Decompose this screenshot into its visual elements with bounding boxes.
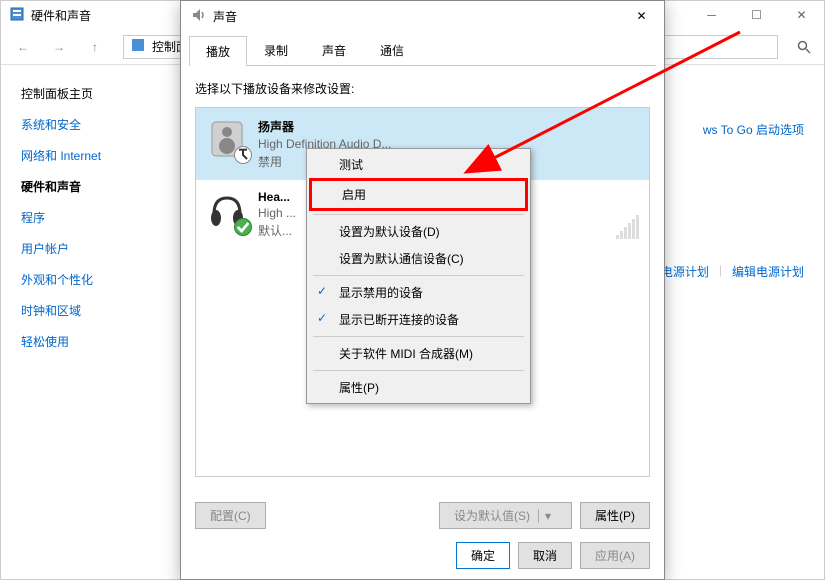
sound-icon (191, 7, 207, 26)
default-check-icon (234, 218, 252, 236)
device-status: 默认... (258, 222, 296, 239)
bg-sidebar: 控制面板主页 系统和安全 网络和 Internet 硬件和声音 程序 用户帐户 … (21, 85, 171, 579)
sidebar-item[interactable]: 轻松使用 (21, 333, 171, 350)
sidebar-item-active[interactable]: 硬件和声音 (21, 178, 171, 195)
dialog-tabs: 播放 录制 声音 通信 (189, 35, 656, 66)
up-button[interactable]: ↑ (81, 33, 109, 61)
set-default-button[interactable]: 设为默认值(S) ▾ (439, 502, 572, 529)
level-meter (616, 190, 639, 239)
tab-sounds[interactable]: 声音 (305, 35, 363, 65)
sidebar-item[interactable]: 时钟和区域 (21, 302, 171, 319)
menu-separator (313, 336, 524, 337)
sidebar-item[interactable]: 外观和个性化 (21, 271, 171, 288)
check-icon: ✓ (317, 284, 327, 298)
sidebar-item[interactable]: 网络和 Internet (21, 147, 171, 164)
sidebar-home[interactable]: 控制面板主页 (21, 85, 171, 102)
apply-button[interactable]: 应用(A) (580, 542, 650, 569)
search-icon[interactable] (792, 35, 816, 59)
cancel-button[interactable]: 取消 (518, 542, 572, 569)
dialog-titlebar: 声音 ✕ (181, 1, 664, 31)
device-description: High ... (258, 206, 296, 220)
disabled-overlay-icon (234, 146, 252, 164)
dialog-close-button[interactable]: ✕ (619, 1, 664, 31)
tab-playback[interactable]: 播放 (189, 36, 247, 66)
configure-button[interactable]: 配置(C) (195, 502, 266, 529)
tab-communications[interactable]: 通信 (363, 35, 421, 65)
properties-button[interactable]: 属性(P) (580, 502, 650, 529)
menu-separator (313, 370, 524, 371)
address-icon (130, 37, 146, 56)
context-menu: 测试 启用 设置为默认设备(D) 设置为默认通信设备(C) ✓ 显示禁用的设备 … (306, 148, 531, 404)
close-button[interactable]: ✕ (779, 1, 824, 29)
control-panel-icon (9, 6, 25, 25)
menu-show-disconnected[interactable]: ✓ 显示已断开连接的设备 (309, 306, 528, 333)
menu-enable[interactable]: 启用 (309, 178, 528, 211)
minimize-button[interactable]: ─ (689, 1, 734, 29)
menu-show-disabled[interactable]: ✓ 显示禁用的设备 (309, 279, 528, 306)
speaker-icon (206, 118, 248, 160)
device-name: Hea... (258, 190, 296, 204)
bg-title: 硬件和声音 (31, 7, 91, 24)
menu-test[interactable]: 测试 (309, 151, 528, 178)
check-icon: ✓ (317, 311, 327, 325)
chevron-down-icon: ▾ (538, 509, 557, 523)
menu-about-midi[interactable]: 关于软件 MIDI 合成器(M) (309, 340, 528, 367)
dialog-title: 声音 (213, 8, 237, 25)
forward-button[interactable]: → (45, 33, 73, 61)
bg-link[interactable]: ws To Go 启动选项 (703, 123, 804, 137)
sidebar-item[interactable]: 系统和安全 (21, 116, 171, 133)
menu-set-default-comm[interactable]: 设置为默认通信设备(C) (309, 245, 528, 272)
menu-properties[interactable]: 属性(P) (309, 374, 528, 401)
menu-separator (313, 275, 524, 276)
menu-separator (313, 214, 524, 215)
instruction-text: 选择以下播放设备来修改设置: (195, 80, 650, 97)
bg-link[interactable]: 编辑电源计划 (732, 263, 804, 280)
tab-recording[interactable]: 录制 (247, 35, 305, 65)
device-name: 扬声器 (258, 118, 391, 135)
sidebar-item[interactable]: 用户帐户 (21, 240, 171, 257)
maximize-button[interactable]: ☐ (734, 1, 779, 29)
ok-button[interactable]: 确定 (456, 542, 510, 569)
sidebar-item[interactable]: 程序 (21, 209, 171, 226)
back-button[interactable]: ← (9, 33, 37, 61)
headphones-icon (206, 190, 248, 232)
bg-link[interactable]: 电源计划 (661, 263, 709, 280)
menu-set-default[interactable]: 设置为默认设备(D) (309, 218, 528, 245)
